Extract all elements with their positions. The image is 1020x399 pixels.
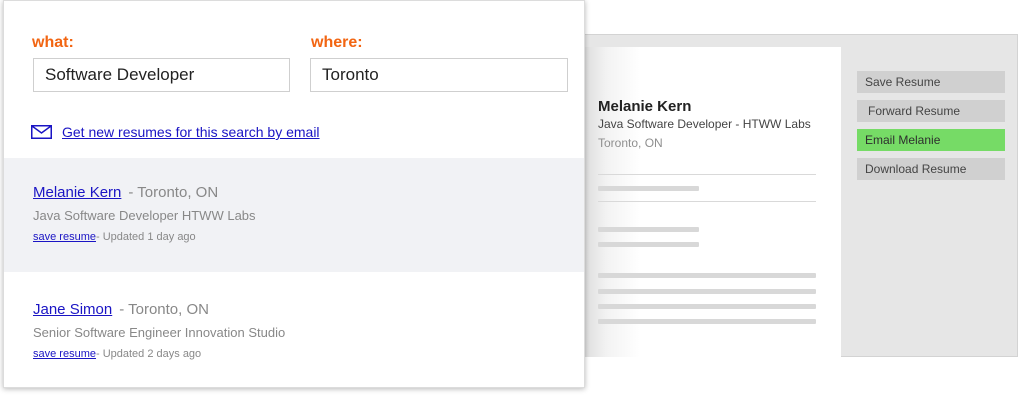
resume-placeholder-line bbox=[598, 289, 816, 294]
updated-text: - Updated 2 days ago bbox=[95, 348, 202, 360]
preview-candidate-name: Melanie Kern bbox=[598, 98, 692, 115]
forward-resume-button[interactable]: Forward Resume bbox=[857, 100, 1005, 122]
resume-placeholder-line bbox=[598, 227, 699, 232]
where-label: where: bbox=[311, 34, 363, 51]
resume-divider bbox=[598, 201, 816, 202]
save-resume-button[interactable]: Save Resume bbox=[857, 71, 1005, 93]
resume-search-card: what: where: Get new resumes for this se… bbox=[3, 0, 585, 388]
candidate-location: - Toronto, ON bbox=[119, 301, 209, 318]
resume-placeholder-line bbox=[598, 186, 699, 191]
what-input[interactable] bbox=[33, 58, 290, 92]
resume-divider bbox=[598, 174, 816, 175]
email-alert-link[interactable]: Get new resumes for this search by email bbox=[62, 124, 320, 140]
resume-placeholder-line bbox=[598, 304, 816, 309]
result-row-selected[interactable]: Melanie Kern - Toronto, ON Java Software … bbox=[4, 158, 584, 272]
result-meta: save resume- Updated 2 days ago bbox=[33, 348, 201, 360]
resume-placeholder-line bbox=[598, 273, 816, 278]
email-candidate-button[interactable]: Email Melanie bbox=[857, 129, 1005, 151]
candidate-title: Java Software Developer HTWW Labs bbox=[33, 208, 256, 223]
where-input[interactable] bbox=[310, 58, 568, 92]
email-alert: Get new resumes for this search by email bbox=[31, 124, 320, 140]
result-row[interactable]: Jane Simon - Toronto, ON Senior Software … bbox=[4, 275, 584, 389]
preview-candidate-role: Java Software Developer - HTWW Labs bbox=[598, 117, 811, 131]
resume-preview-panel: Melanie Kern Java Software Developer - H… bbox=[584, 34, 1018, 357]
candidate-name-link[interactable]: Melanie Kern bbox=[33, 184, 121, 201]
resume-actions: Save Resume Forward Resume Email Melanie… bbox=[857, 71, 1005, 187]
result-meta: save resume- Updated 1 day ago bbox=[33, 231, 196, 243]
candidate-location: - Toronto, ON bbox=[128, 184, 219, 201]
candidate-name-link[interactable]: Jane Simon bbox=[33, 301, 112, 318]
what-label: what: bbox=[32, 34, 74, 51]
resume-placeholder-line bbox=[598, 242, 699, 247]
save-resume-link[interactable]: save resume bbox=[33, 348, 96, 360]
result-header: Melanie Kern - Toronto, ON bbox=[33, 184, 218, 201]
resume-placeholder-line bbox=[598, 319, 816, 324]
save-resume-link[interactable]: save resume bbox=[33, 231, 96, 243]
result-header: Jane Simon - Toronto, ON bbox=[33, 301, 209, 318]
preview-candidate-location: Toronto, ON bbox=[598, 136, 663, 150]
candidate-title: Senior Software Engineer Innovation Stud… bbox=[33, 325, 286, 340]
download-resume-button[interactable]: Download Resume bbox=[857, 158, 1005, 180]
updated-text: - Updated 1 day ago bbox=[95, 231, 196, 243]
envelope-icon bbox=[31, 125, 52, 139]
resume-document: Melanie Kern Java Software Developer - H… bbox=[585, 47, 841, 357]
